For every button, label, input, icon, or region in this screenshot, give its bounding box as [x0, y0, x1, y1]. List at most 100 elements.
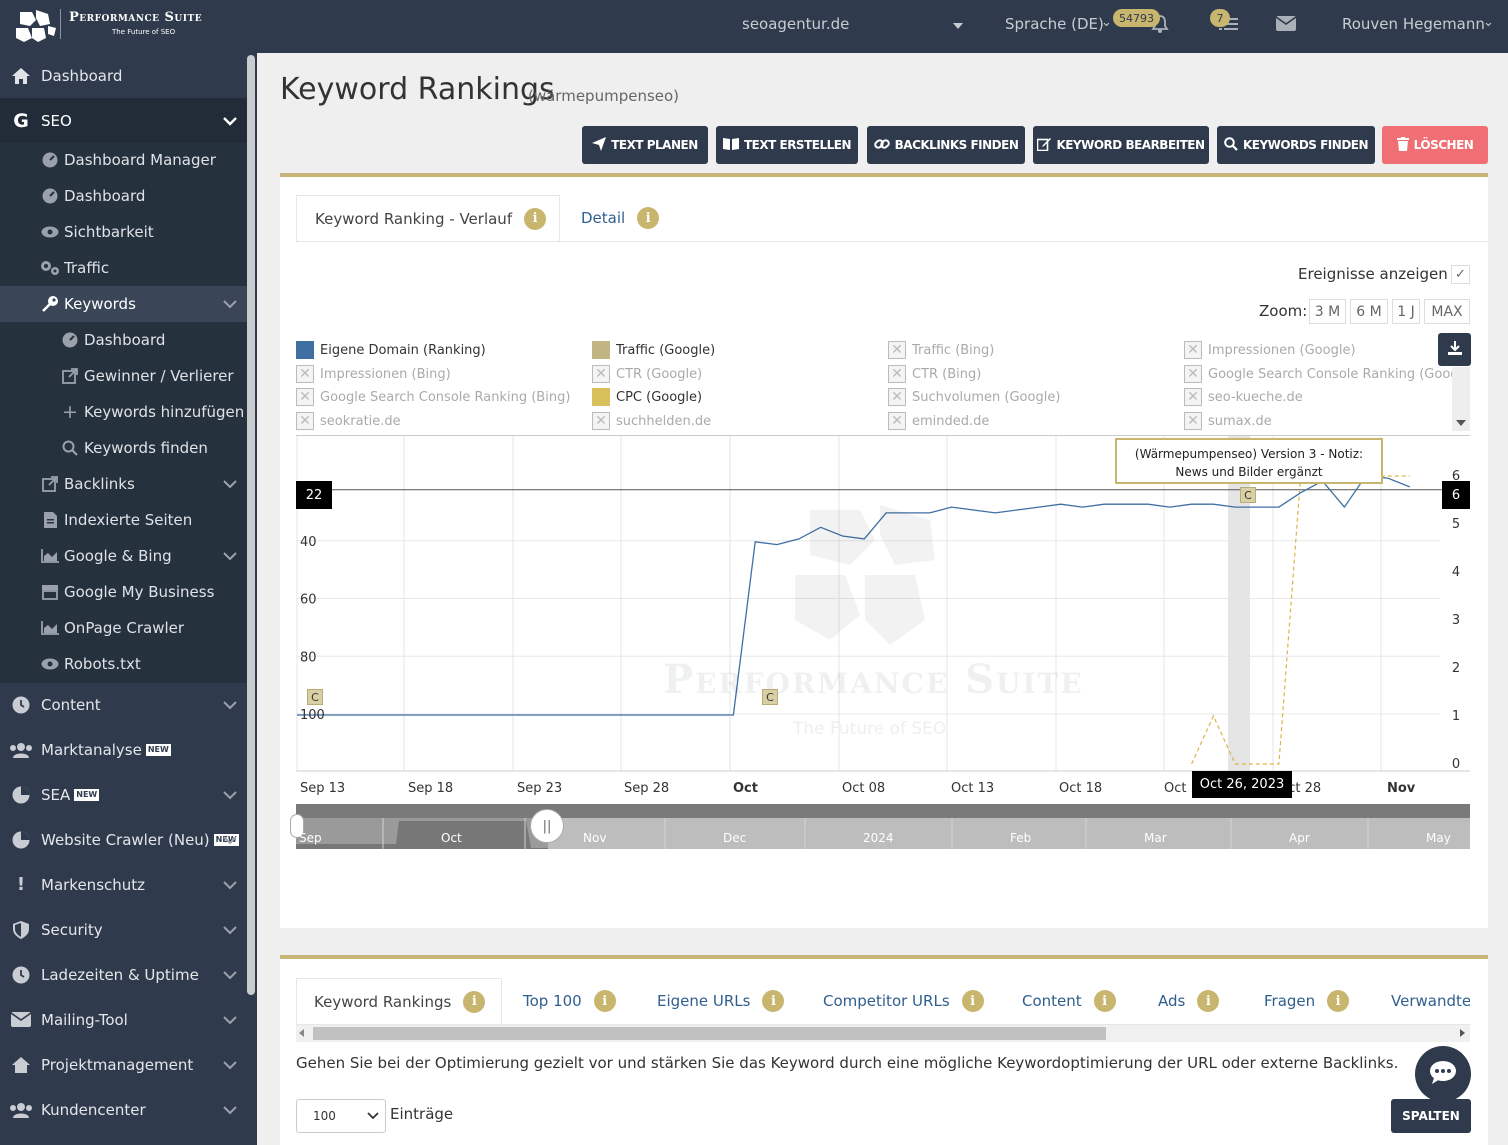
caret-down-icon[interactable] — [1456, 420, 1466, 426]
sidebar-item-marktanalyse[interactable]: Marktanalyse NEW — [0, 727, 247, 772]
clock-icon — [9, 966, 33, 984]
event-marker[interactable]: C — [762, 689, 778, 705]
backlinks-finden-button[interactable]: BACKLINKS FINDEN — [867, 126, 1025, 164]
sidebar-item-mailing-tool[interactable]: Mailing-Tool — [0, 997, 247, 1042]
legend-item[interactable]: Traffic (Google) — [592, 341, 715, 359]
mail-icon[interactable] — [1275, 16, 1297, 35]
sidebar-item-google-bing[interactable]: Google & Bing — [0, 538, 247, 574]
chat-button[interactable] — [1415, 1046, 1471, 1102]
info-icon[interactable]: i — [524, 207, 547, 230]
navigator-label: Feb — [1010, 831, 1031, 845]
download-button[interactable] — [1438, 333, 1471, 366]
tab-detail[interactable]: Detail i — [581, 195, 660, 241]
keyword-bearbeiten-button[interactable]: KEYWORD BEARBEITEN — [1033, 126, 1209, 164]
sidebar-item-markenschutz[interactable]: ! Markenschutz — [0, 862, 247, 907]
keywords-finden-button[interactable]: KEYWORDS FINDEN — [1217, 126, 1375, 164]
sidebar-item-seo-dashboard[interactable]: Dashboard — [0, 178, 247, 214]
arrow-right-icon[interactable] — [1460, 1029, 1465, 1037]
navigator-scrollbar[interactable] — [296, 804, 1470, 818]
scrollbar-thumb[interactable] — [313, 1027, 1106, 1040]
info-icon[interactable]: i — [593, 990, 616, 1012]
info-icon[interactable]: i — [1093, 990, 1116, 1012]
tab-competitor-urls[interactable]: Competitor URLs i — [823, 978, 984, 1024]
ereignisse-checkbox[interactable]: ✓ — [1451, 265, 1470, 284]
legend-item[interactable]: CPC (Google) — [592, 388, 702, 406]
legend-item[interactable]: ✕ seo-kueche.de — [1184, 388, 1303, 406]
sidebar-item-dashboard-manager[interactable]: Dashboard Manager — [0, 142, 247, 178]
text-planen-button[interactable]: TEXT PLANEN — [582, 126, 708, 164]
sidebar-item-kw-dashboard[interactable]: Dashboard — [0, 322, 247, 358]
legend-item[interactable]: ✕ Google Search Console Ranking (Googl — [1184, 365, 1462, 383]
sidebar-item-keywords-finden[interactable]: Keywords finden — [0, 430, 247, 466]
sidebar-item-website-crawler[interactable]: Website Crawler (Neu) NEW — [0, 817, 247, 862]
event-marker[interactable]: C — [1240, 487, 1256, 503]
tab-top-100[interactable]: Top 100 i — [523, 978, 616, 1024]
sidebar-item-traffic[interactable]: Traffic — [0, 250, 247, 286]
tab-eigene-urls[interactable]: Eigene URLs i — [657, 978, 785, 1024]
legend-item[interactable]: ✕ eminded.de — [888, 412, 989, 430]
sidebar-item-dashboard[interactable]: Dashboard — [0, 53, 247, 98]
chevron-down-icon[interactable]: ⌄ — [1101, 15, 1112, 30]
sidebar-item-gewinner-verlierer[interactable]: Gewinner / Verlierer — [0, 358, 247, 394]
sidebar-item-sea[interactable]: SEA NEW — [0, 772, 247, 817]
chevron-down-icon[interactable]: ⌄ — [1483, 15, 1494, 30]
sidebar-item-keywords-hinzufuegen[interactable]: + Keywords hinzufügen — [0, 394, 247, 430]
user-menu[interactable]: Rouven Hegemann — [1342, 15, 1485, 33]
project-select[interactable]: seoagentur.de — [742, 15, 849, 33]
loeschen-button[interactable]: LÖSCHEN — [1382, 126, 1488, 164]
zoom-max-button[interactable]: MAX — [1424, 299, 1470, 324]
tab-fragen[interactable]: Fragen i — [1264, 978, 1350, 1024]
legend-swatch — [592, 388, 610, 406]
zoom-6m-button[interactable]: 6 M — [1350, 299, 1388, 324]
info-icon[interactable]: i — [637, 207, 660, 229]
legend-item[interactable]: ✕ CTR (Bing) — [888, 365, 981, 383]
legend-item[interactable]: ✕ CTR (Google) — [592, 365, 702, 383]
mail-icon — [9, 1012, 33, 1027]
sidebar-item-sichtbarkeit[interactable]: Sichtbarkeit — [0, 214, 247, 250]
tab-ads[interactable]: Ads i — [1158, 978, 1220, 1024]
legend-item[interactable]: Eigene Domain (Ranking) — [296, 341, 486, 359]
legend-item[interactable]: ✕ Suchvolumen (Google) — [888, 388, 1060, 406]
spalten-button[interactable]: SPALTEN — [1391, 1099, 1471, 1133]
sidebar-item-kundencenter[interactable]: Kundencenter — [0, 1087, 247, 1132]
info-icon[interactable]: i — [961, 990, 984, 1012]
legend-item[interactable]: ✕ Google Search Console Ranking (Bing) — [296, 388, 570, 406]
text-erstellen-button[interactable]: TEXT ERSTELLEN — [716, 126, 858, 164]
logo-icon[interactable] — [12, 8, 58, 44]
sidebar-item-content[interactable]: Content — [0, 682, 247, 727]
sidebar-item-indexierte-seiten[interactable]: Indexierte Seiten — [0, 502, 247, 538]
sidebar-item-backlinks[interactable]: Backlinks — [0, 466, 247, 502]
tab-verwandte[interactable]: Verwandte — [1391, 978, 1470, 1024]
info-icon[interactable]: i — [762, 990, 785, 1012]
entries-select[interactable]: 100 — [296, 1099, 386, 1133]
info-icon[interactable]: i — [1197, 990, 1220, 1012]
sidebar-item-keywords[interactable]: Keywords — [0, 286, 247, 322]
tab-content[interactable]: Content i — [1022, 978, 1116, 1024]
zoom-3m-button[interactable]: 3 M — [1309, 299, 1346, 324]
legend-item[interactable]: ✕ Impressionen (Bing) — [296, 365, 451, 383]
sidebar-item-security[interactable]: Security — [0, 907, 247, 952]
info-icon[interactable]: i — [1327, 990, 1350, 1012]
sidebar-item-ladezeiten[interactable]: Ladezeiten & Uptime — [0, 952, 247, 997]
legend-item[interactable]: ✕ Impressionen (Google) — [1184, 341, 1356, 359]
legend-item[interactable]: ✕ sumax.de — [1184, 412, 1272, 430]
sidebar-item-projektmanagement[interactable]: Projektmanagement — [0, 1042, 247, 1087]
sidebar-item-robots[interactable]: Robots.txt — [0, 646, 247, 682]
pie-chart-icon — [9, 786, 33, 804]
info-icon[interactable]: i — [463, 990, 486, 1013]
legend-item[interactable]: ✕ suchhelden.de — [592, 412, 711, 430]
tab-keyword-rankings[interactable]: Keyword Rankings i — [296, 978, 502, 1024]
sidebar-item-google-my-business[interactable]: Google My Business — [0, 574, 247, 610]
sidebar-scrollbar[interactable] — [247, 55, 255, 995]
legend-item[interactable]: ✕ Traffic (Bing) — [888, 341, 994, 359]
sidebar-item-seo[interactable]: G SEO — [0, 98, 247, 143]
sidebar-item-onpage-crawler[interactable]: OnPage Crawler — [0, 610, 247, 646]
caret-down-icon[interactable] — [953, 23, 963, 29]
legend-item[interactable]: ✕ seokratie.de — [296, 412, 401, 430]
event-marker[interactable]: C — [307, 689, 323, 705]
tabs-scrollbar[interactable] — [296, 1025, 1470, 1042]
tab-keyword-ranking-verlauf[interactable]: Keyword Ranking - Verlauf i — [296, 195, 560, 241]
arrow-left-icon[interactable] — [299, 1029, 304, 1037]
zoom-1j-button[interactable]: 1 J — [1392, 299, 1420, 324]
language-select[interactable]: Sprache (DE) — [1005, 15, 1104, 33]
